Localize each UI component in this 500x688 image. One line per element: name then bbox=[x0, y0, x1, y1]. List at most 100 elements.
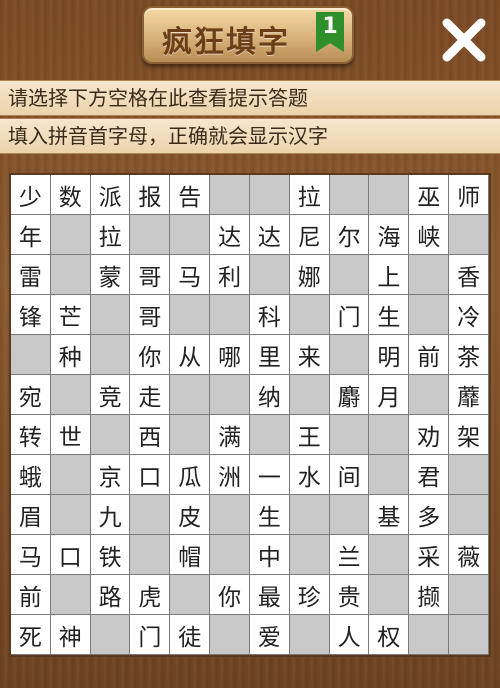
grid-cell-filled[interactable]: 水 bbox=[289, 455, 330, 495]
grid-cell-filled[interactable]: 转 bbox=[11, 415, 51, 455]
grid-cell-empty[interactable] bbox=[210, 495, 250, 535]
grid-cell-filled[interactable]: 芒 bbox=[50, 295, 91, 335]
grid-cell-filled[interactable]: 帽 bbox=[170, 535, 211, 575]
grid-cell-filled[interactable]: 一 bbox=[249, 455, 290, 495]
grid-cell-empty[interactable] bbox=[50, 495, 91, 535]
grid-cell-empty[interactable] bbox=[130, 495, 171, 535]
grid-cell-filled[interactable]: 洲 bbox=[210, 455, 250, 495]
grid-cell-filled[interactable]: 前 bbox=[11, 575, 51, 615]
grid-cell-filled[interactable]: 告 bbox=[170, 175, 211, 215]
grid-cell-filled[interactable]: 明 bbox=[369, 335, 410, 375]
grid-cell-empty[interactable] bbox=[249, 175, 290, 215]
grid-cell-empty[interactable] bbox=[449, 495, 489, 535]
grid-cell-empty[interactable] bbox=[409, 615, 450, 655]
grid-cell-filled[interactable]: 皮 bbox=[170, 495, 211, 535]
grid-cell-empty[interactable] bbox=[289, 535, 330, 575]
grid-cell-filled[interactable]: 峡 bbox=[409, 215, 450, 255]
grid-cell-empty[interactable] bbox=[249, 415, 290, 455]
grid-cell-filled[interactable]: 珍 bbox=[289, 575, 330, 615]
grid-cell-filled[interactable]: 达 bbox=[210, 215, 250, 255]
grid-cell-empty[interactable] bbox=[449, 615, 489, 655]
grid-cell-empty[interactable] bbox=[90, 335, 131, 375]
grid-cell-filled[interactable]: 香 bbox=[449, 255, 489, 295]
grid-cell-filled[interactable]: 生 bbox=[249, 495, 290, 535]
grid-cell-filled[interactable]: 里 bbox=[249, 335, 290, 375]
grid-cell-empty[interactable] bbox=[11, 335, 51, 375]
grid-cell-filled[interactable]: 人 bbox=[329, 615, 370, 655]
grid-cell-empty[interactable] bbox=[369, 535, 410, 575]
grid-cell-filled[interactable]: 生 bbox=[369, 295, 410, 335]
grid-cell-filled[interactable]: 西 bbox=[130, 415, 171, 455]
grid-cell-filled[interactable]: 利 bbox=[210, 255, 250, 295]
grid-cell-empty[interactable] bbox=[170, 415, 211, 455]
grid-cell-filled[interactable]: 爱 bbox=[249, 615, 290, 655]
grid-cell-empty[interactable] bbox=[210, 535, 250, 575]
grid-cell-empty[interactable] bbox=[130, 215, 171, 255]
grid-cell-filled[interactable]: 世 bbox=[50, 415, 91, 455]
grid-cell-filled[interactable]: 架 bbox=[449, 415, 489, 455]
grid-cell-filled[interactable]: 拉 bbox=[90, 215, 131, 255]
grid-cell-filled[interactable]: 竞 bbox=[90, 375, 131, 415]
grid-cell-filled[interactable]: 哥 bbox=[130, 295, 171, 335]
grid-cell-filled[interactable]: 尔 bbox=[329, 215, 370, 255]
grid-cell-empty[interactable] bbox=[369, 455, 410, 495]
grid-cell-filled[interactable]: 上 bbox=[369, 255, 410, 295]
grid-cell-filled[interactable]: 蘼 bbox=[449, 375, 489, 415]
grid-cell-filled[interactable]: 冷 bbox=[449, 295, 489, 335]
grid-cell-filled[interactable]: 撷 bbox=[409, 575, 450, 615]
grid-cell-filled[interactable]: 薇 bbox=[449, 535, 489, 575]
grid-cell-filled[interactable]: 采 bbox=[409, 535, 450, 575]
grid-cell-empty[interactable] bbox=[210, 175, 250, 215]
grid-cell-empty[interactable] bbox=[210, 375, 250, 415]
grid-cell-filled[interactable]: 麝 bbox=[329, 375, 370, 415]
grid-cell-empty[interactable] bbox=[170, 215, 211, 255]
grid-cell-filled[interactable]: 虎 bbox=[130, 575, 171, 615]
grid-cell-filled[interactable]: 马 bbox=[170, 255, 211, 295]
grid-cell-filled[interactable]: 门 bbox=[130, 615, 171, 655]
grid-cell-filled[interactable]: 最 bbox=[249, 575, 290, 615]
grid-cell-filled[interactable]: 劝 bbox=[409, 415, 450, 455]
grid-cell-filled[interactable]: 徒 bbox=[170, 615, 211, 655]
grid-cell-filled[interactable]: 门 bbox=[329, 295, 370, 335]
grid-cell-filled[interactable]: 月 bbox=[369, 375, 410, 415]
grid-cell-filled[interactable]: 死 bbox=[11, 615, 51, 655]
grid-cell-filled[interactable]: 报 bbox=[130, 175, 171, 215]
grid-cell-empty[interactable] bbox=[329, 255, 370, 295]
grid-cell-empty[interactable] bbox=[289, 615, 330, 655]
grid-cell-empty[interactable] bbox=[329, 175, 370, 215]
grid-cell-filled[interactable]: 多 bbox=[409, 495, 450, 535]
grid-cell-empty[interactable] bbox=[329, 335, 370, 375]
grid-cell-filled[interactable]: 君 bbox=[409, 455, 450, 495]
grid-cell-filled[interactable]: 口 bbox=[50, 535, 91, 575]
grid-cell-filled[interactable]: 数 bbox=[50, 175, 91, 215]
grid-cell-empty[interactable] bbox=[289, 375, 330, 415]
grid-cell-filled[interactable]: 纳 bbox=[249, 375, 290, 415]
grid-cell-empty[interactable] bbox=[329, 495, 370, 535]
grid-cell-filled[interactable]: 间 bbox=[329, 455, 370, 495]
grid-cell-empty[interactable] bbox=[170, 375, 211, 415]
grid-cell-filled[interactable]: 京 bbox=[90, 455, 131, 495]
grid-cell-filled[interactable]: 海 bbox=[369, 215, 410, 255]
grid-cell-filled[interactable]: 巫 bbox=[409, 175, 450, 215]
grid-cell-filled[interactable]: 从 bbox=[170, 335, 211, 375]
grid-cell-filled[interactable]: 口 bbox=[130, 455, 171, 495]
grid-cell-filled[interactable]: 拉 bbox=[289, 175, 330, 215]
grid-cell-filled[interactable]: 哥 bbox=[130, 255, 171, 295]
grid-cell-filled[interactable]: 前 bbox=[409, 335, 450, 375]
close-button[interactable] bbox=[438, 14, 490, 66]
grid-cell-filled[interactable]: 你 bbox=[210, 575, 250, 615]
grid-cell-filled[interactable]: 师 bbox=[449, 175, 489, 215]
grid-cell-filled[interactable]: 蒙 bbox=[90, 255, 131, 295]
grid-cell-empty[interactable] bbox=[170, 575, 211, 615]
grid-cell-filled[interactable]: 科 bbox=[249, 295, 290, 335]
grid-cell-empty[interactable] bbox=[249, 255, 290, 295]
grid-cell-filled[interactable]: 兰 bbox=[329, 535, 370, 575]
grid-cell-filled[interactable]: 少 bbox=[11, 175, 51, 215]
grid-cell-filled[interactable]: 派 bbox=[90, 175, 131, 215]
grid-cell-empty[interactable] bbox=[409, 375, 450, 415]
grid-cell-filled[interactable]: 蛾 bbox=[11, 455, 51, 495]
grid-cell-filled[interactable]: 来 bbox=[289, 335, 330, 375]
grid-cell-filled[interactable]: 马 bbox=[11, 535, 51, 575]
grid-cell-filled[interactable]: 雷 bbox=[11, 255, 51, 295]
grid-cell-empty[interactable] bbox=[50, 255, 91, 295]
